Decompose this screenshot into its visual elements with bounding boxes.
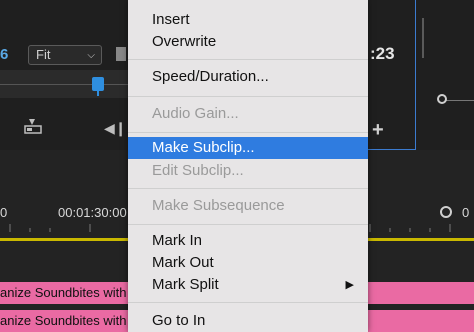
ruler-timecode: 00:01:30:00 (58, 205, 127, 220)
panel-menu-icon[interactable] (420, 18, 434, 58)
menu-item-audio-gain: Audio Gain... (152, 105, 239, 122)
menu-item-mark-split[interactable]: Mark Split ▶ (128, 274, 368, 296)
submenu-arrow-icon: ▶ (345, 279, 354, 291)
context-menu: Insert Overwrite Speed/Duration... Audio… (128, 0, 368, 332)
ruler-label: 0 (0, 205, 8, 220)
menu-item-overwrite[interactable]: Overwrite (128, 31, 368, 53)
playhead-handle[interactable] (92, 77, 104, 91)
scrub-track (0, 84, 128, 85)
insert-icon[interactable] (24, 118, 42, 134)
menu-item-go-to-in[interactable]: Go to In (128, 310, 368, 332)
menu-separator (128, 224, 368, 225)
menu-separator (128, 302, 368, 303)
menu-item-speed-duration[interactable]: Speed/Duration... (128, 66, 368, 88)
menu-item-insert[interactable]: Insert (128, 9, 368, 31)
menu-item-edit-subclip: Edit Subclip... (152, 162, 244, 179)
menu-item-mark-out[interactable]: Mark Out (128, 252, 368, 274)
program-zoom-knob[interactable] (437, 94, 447, 104)
menu-item-mark-in[interactable]: Mark In (128, 230, 368, 252)
add-button[interactable]: + (372, 119, 384, 142)
menu-item-make-subsequence: Make Subsequence (152, 197, 285, 214)
ruler-label: 0 (462, 205, 470, 220)
zoom-level-value: Fit (36, 47, 51, 62)
zoom-level-select[interactable]: Fit ⌵ (28, 45, 102, 65)
playhead-line (97, 90, 99, 96)
menu-item-mark-split-label: Mark Split (152, 276, 219, 293)
menu-item-make-subclip[interactable]: Make Subclip... (128, 137, 368, 159)
chevron-down-icon: ⌵ (87, 50, 95, 61)
timeline-zoom-knob[interactable] (440, 206, 452, 218)
menu-separator (128, 132, 368, 133)
menu-separator (128, 188, 368, 189)
menu-separator (128, 96, 368, 97)
source-timecode: 6 (0, 46, 9, 63)
program-timecode: :23 (370, 44, 395, 63)
step-back-icon[interactable]: ◀❙ (104, 120, 127, 137)
menu-separator (128, 59, 368, 60)
settings-icon[interactable] (116, 47, 126, 61)
